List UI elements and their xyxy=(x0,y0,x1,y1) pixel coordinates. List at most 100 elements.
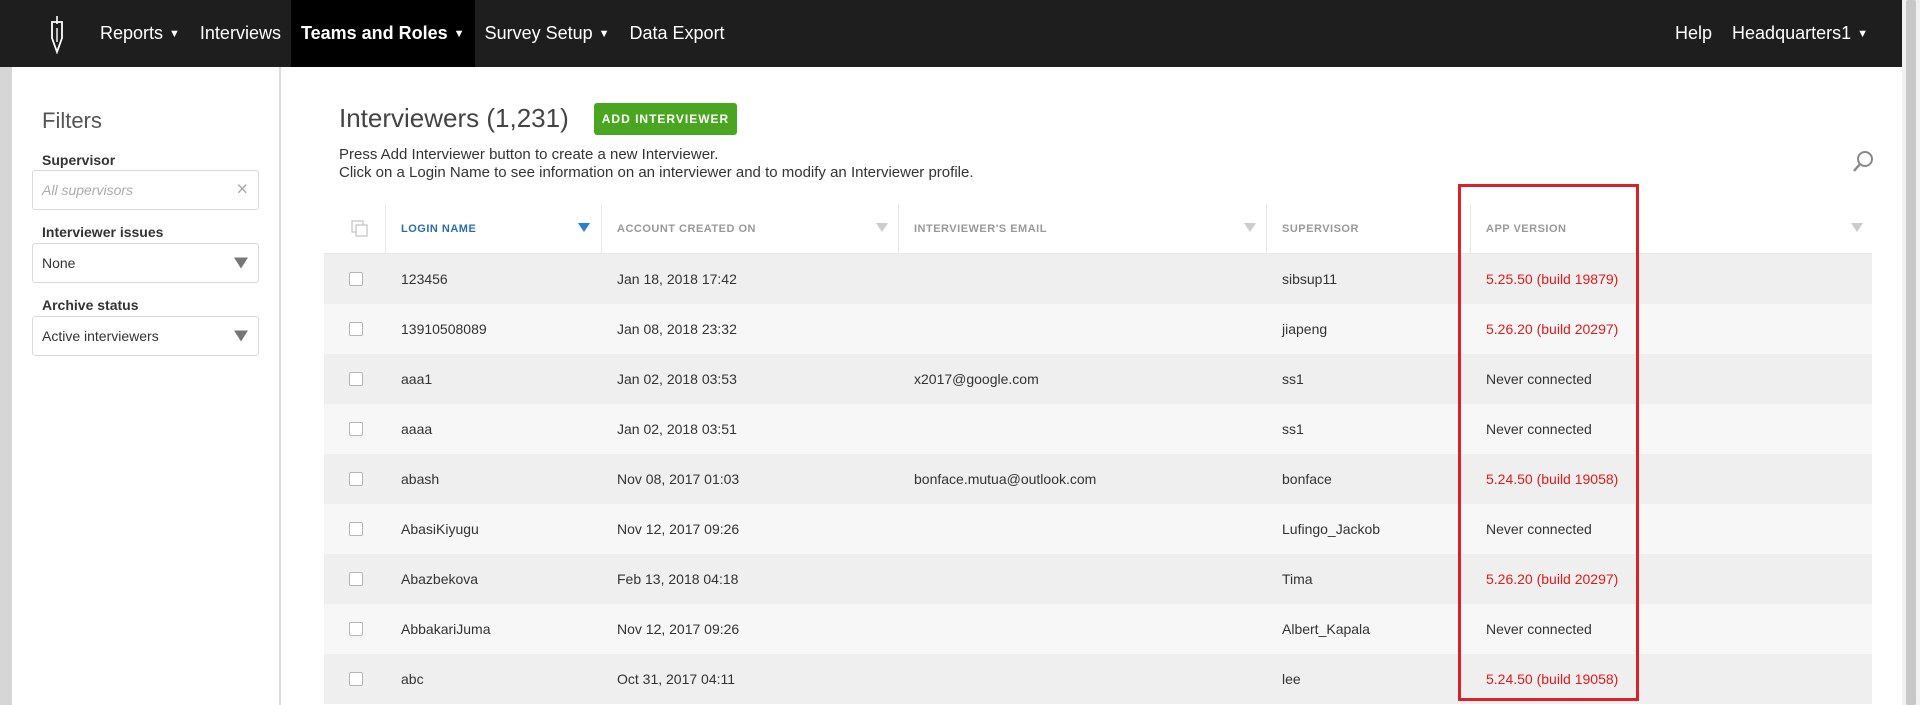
column-menu-icon[interactable] xyxy=(1244,223,1256,232)
app-version-cell: Never connected xyxy=(1486,621,1592,637)
archive-filter-label: Archive status xyxy=(42,297,139,313)
caret-down-icon: ▼ xyxy=(169,27,180,40)
nav-item-label: Data Export xyxy=(629,23,725,43)
archive-filter-select[interactable]: Active interviewers xyxy=(32,316,259,356)
row-checkbox-cell xyxy=(349,554,363,604)
search-icon[interactable] xyxy=(1852,150,1874,174)
row-checkbox-cell xyxy=(349,354,363,404)
column-header-account-created[interactable]: ACCOUNT CREATED ON xyxy=(617,204,756,254)
filters-title: Filters xyxy=(42,108,102,133)
app-version-cell: Never connected xyxy=(1486,371,1592,387)
help-link[interactable]: Help xyxy=(1665,0,1722,67)
table-row[interactable]: 123456 Jan 18, 2018 17:42 sibsup11 5.25.50 … xyxy=(324,254,1872,304)
row-checkbox[interactable] xyxy=(349,522,363,536)
created-on-cell: Nov 12, 2017 09:26 xyxy=(617,621,740,637)
user-menu-label: Headquarters1 xyxy=(1732,23,1852,43)
interviewers-table: LOGIN NAME ACCOUNT CREATED ON INTERVIEWE… xyxy=(324,204,1872,704)
table-row[interactable]: aaa1 Jan 02, 2018 03:53 x2017@google.com ss… xyxy=(324,354,1872,404)
scrollbar-thumb[interactable] xyxy=(1906,0,1916,705)
table-row[interactable]: abash Nov 08, 2017 01:03 bonface.mutua@out… xyxy=(324,454,1872,504)
nav-item-label: Reports xyxy=(100,23,164,43)
login-name-cell[interactable]: AbasiKiyugu xyxy=(401,504,479,554)
row-checkbox-cell xyxy=(349,654,363,704)
page-scrollbar[interactable] xyxy=(1902,0,1920,705)
login-name-cell[interactable]: abc xyxy=(401,654,424,704)
supervisor-placeholder: All supervisors xyxy=(42,182,134,198)
row-checkbox[interactable] xyxy=(349,572,363,586)
row-checkbox[interactable] xyxy=(349,422,363,436)
nav-item-data-export[interactable]: Data Export xyxy=(620,0,735,67)
nav-item-label: Teams and Roles xyxy=(300,23,448,43)
nav-item-label: Interviews xyxy=(199,23,281,43)
row-checkbox-cell xyxy=(349,304,363,354)
created-on-cell: Feb 13, 2018 04:18 xyxy=(617,571,739,587)
email-cell: bonface.mutua@outlook.com xyxy=(914,471,1097,487)
table-body: 123456 Jan 18, 2018 17:42 sibsup11 5.25.50 … xyxy=(324,254,1872,704)
app-version-cell: 5.25.50 (build 19879) xyxy=(1486,271,1619,287)
issues-filter-select[interactable]: None xyxy=(32,243,259,283)
row-checkbox[interactable] xyxy=(349,472,363,486)
supervisor-filter-label: Supervisor xyxy=(42,152,116,168)
table-header: LOGIN NAME ACCOUNT CREATED ON INTERVIEWE… xyxy=(324,204,1872,704)
supervisor-cell: jiapeng xyxy=(1282,321,1328,337)
select-all-checkbox[interactable] xyxy=(351,204,369,254)
row-checkbox-cell xyxy=(349,454,363,504)
dropdown-arrow-icon xyxy=(234,330,248,342)
column-menu-icon[interactable] xyxy=(1851,223,1863,232)
app-version-cell: 5.26.20 (build 20297) xyxy=(1486,571,1619,587)
user-menu[interactable]: Headquarters1 ▼ xyxy=(1722,0,1878,67)
created-on-cell: Nov 08, 2017 01:03 xyxy=(617,471,740,487)
row-checkbox[interactable] xyxy=(349,672,363,686)
row-checkbox[interactable] xyxy=(349,622,363,636)
row-checkbox[interactable] xyxy=(349,372,363,386)
supervisor-cell: ss1 xyxy=(1282,371,1304,387)
supervisor-cell: bonface xyxy=(1282,471,1332,487)
column-header-email[interactable]: INTERVIEWER'S EMAIL xyxy=(914,204,1047,254)
column-header-login-name[interactable]: LOGIN NAME xyxy=(401,204,476,254)
login-name-cell[interactable]: abash xyxy=(401,454,439,504)
created-on-cell: Oct 31, 2017 04:11 xyxy=(617,671,736,687)
created-on-cell: Jan 02, 2018 03:51 xyxy=(617,421,737,437)
login-name-cell[interactable]: 13910508089 xyxy=(401,304,487,354)
caret-down-icon: ▼ xyxy=(598,27,610,40)
login-name-cell[interactable]: 123456 xyxy=(401,254,448,304)
supervisor-filter-input[interactable]: All supervisors × xyxy=(32,170,259,210)
column-header-supervisor[interactable]: SUPERVISOR xyxy=(1282,204,1359,254)
table-row[interactable]: aaaa Jan 02, 2018 03:51 ss1 Never connected xyxy=(324,404,1872,454)
nav-item-reports[interactable]: Reports ▼ xyxy=(90,0,190,67)
nav-item-interviews[interactable]: Interviews xyxy=(190,0,291,67)
app-version-cell: 5.24.50 (build 19058) xyxy=(1486,671,1619,687)
issues-filter-value: None xyxy=(42,255,76,271)
page-title: Interviewers (1,231) xyxy=(339,103,569,133)
row-checkbox-cell xyxy=(349,504,363,554)
clear-icon[interactable]: × xyxy=(236,179,248,202)
login-name-cell[interactable]: Abazbekova xyxy=(401,554,478,604)
table-row[interactable]: abc Oct 31, 2017 04:11 lee 5.24.50 (build 1… xyxy=(324,654,1872,704)
row-checkbox[interactable] xyxy=(349,272,363,286)
issues-filter-label: Interviewer issues xyxy=(42,224,164,240)
login-name-cell[interactable]: AbbakariJuma xyxy=(401,604,491,654)
supervisor-cell: Albert_Kapala xyxy=(1282,621,1370,637)
column-menu-icon[interactable] xyxy=(876,223,888,232)
supervisor-cell: Tima xyxy=(1282,571,1313,587)
sort-desc-icon[interactable] xyxy=(578,223,590,232)
nav-item-survey-setup[interactable]: Survey Setup ▼ xyxy=(475,0,620,67)
nav-item-label: Survey Setup xyxy=(484,23,593,43)
nav-item-teams-and-roles[interactable]: Teams and Roles ▼ xyxy=(290,0,475,67)
login-name-cell[interactable]: aaaa xyxy=(401,404,432,454)
app-version-cell: Never connected xyxy=(1486,421,1592,437)
row-checkbox-cell xyxy=(349,604,363,654)
logo-icon[interactable] xyxy=(34,11,80,57)
column-header-app-version[interactable]: APP VERSION xyxy=(1486,204,1567,254)
table-row[interactable]: AbasiKiyugu Nov 12, 2017 09:26 Lufingo_Jac… xyxy=(324,504,1872,554)
row-checkbox[interactable] xyxy=(349,322,363,336)
supervisor-cell: sibsup11 xyxy=(1282,271,1338,287)
instructions-line-2: Click on a Login Name to see information… xyxy=(339,164,974,181)
table-row[interactable]: AbbakariJuma Nov 12, 2017 09:26 Albert_Kap… xyxy=(324,604,1872,654)
table-row[interactable]: Abazbekova Feb 13, 2018 04:18 Tima 5.26.20 … xyxy=(324,554,1872,604)
add-interviewer-button[interactable]: ADD INTERVIEWER xyxy=(594,103,737,135)
top-nav: Reports ▼ Interviews Teams and Roles ▼ Survey… xyxy=(0,0,1902,67)
created-on-cell: Jan 02, 2018 03:53 xyxy=(617,371,737,387)
login-name-cell[interactable]: aaa1 xyxy=(401,354,432,404)
table-row[interactable]: 13910508089 Jan 08, 2018 23:32 jiapeng 5.26… xyxy=(324,304,1872,354)
